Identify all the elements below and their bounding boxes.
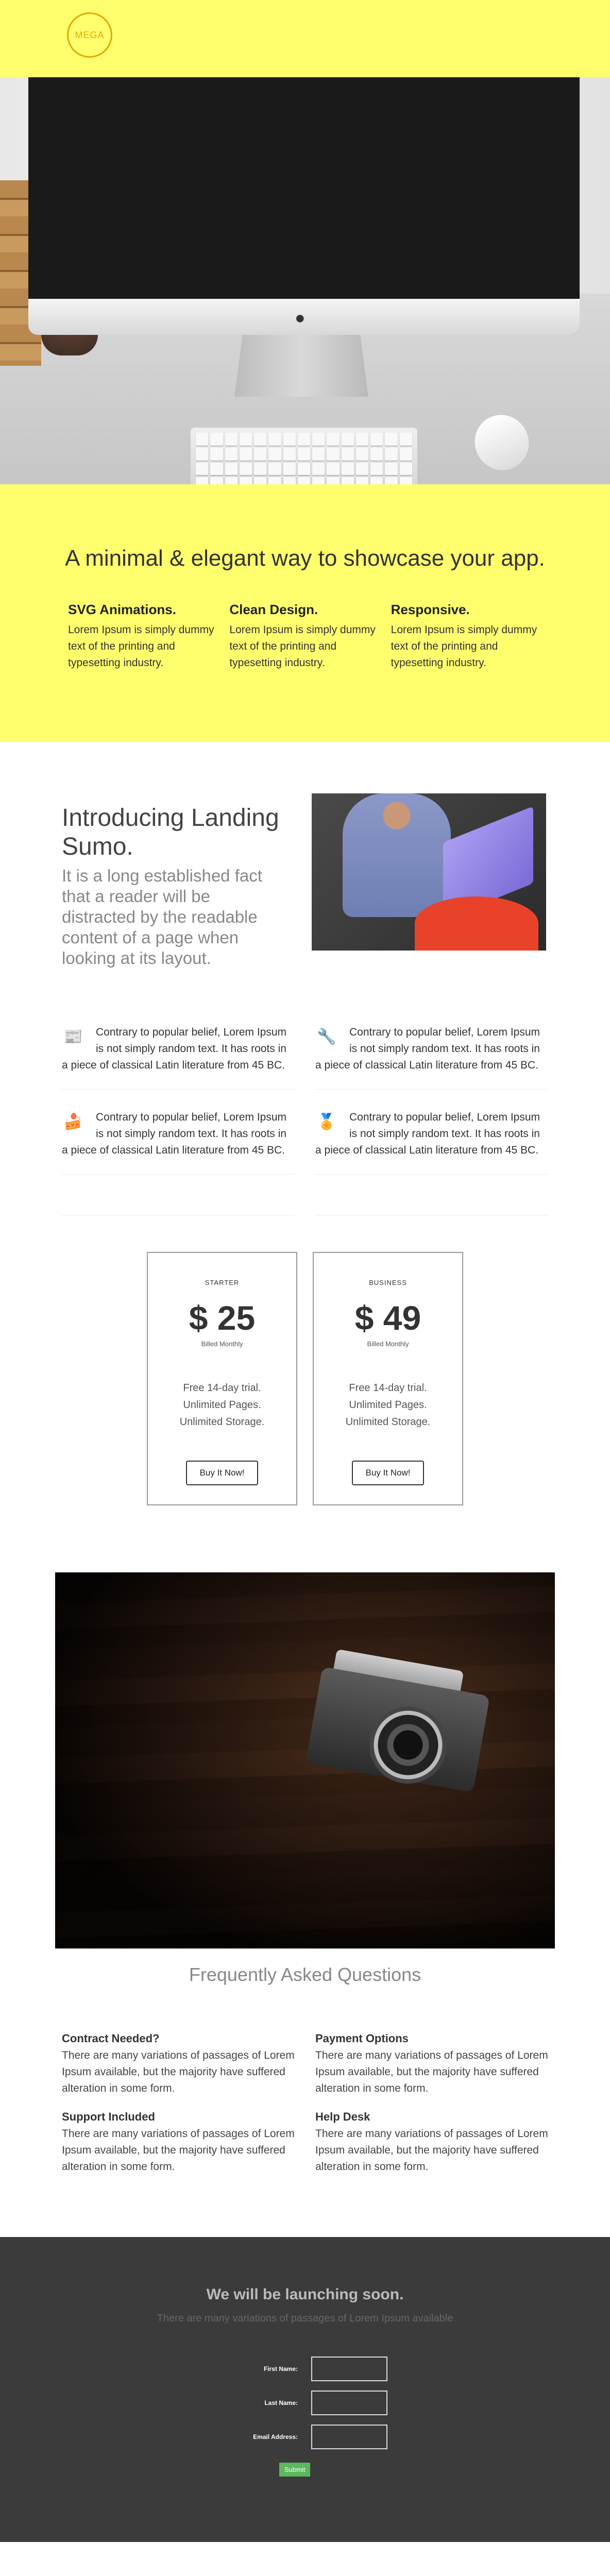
plan-feature-list: Free 14-day trial. Unlimited Pages. Unli… (148, 1380, 296, 1431)
faq-question: Support Included (62, 2110, 155, 2123)
feature-title: Responsive. (391, 602, 470, 617)
top-bar: MEGA (0, 0, 610, 77)
pricing-plan-starter: STARTER $ 25 Billed Monthly Free 14-day … (147, 1252, 297, 1505)
pricing-plan-business: BUSINESS $ 49 Billed Monthly Free 14-day… (313, 1252, 463, 1505)
first-name-label: First Name: (263, 2365, 298, 2372)
faq-item: Contract Needed? There are many variatio… (62, 2032, 295, 2097)
feature-text: Lorem Ipsum is simply dummy text of the … (229, 624, 376, 669)
faq-answer: There are many variations of passages of… (62, 2128, 295, 2173)
feature-title: Clean Design. (229, 602, 318, 617)
camera-lens (369, 1706, 447, 1784)
intro-section: A minimal & elegant way to showcase your… (0, 484, 610, 742)
plan-name: BUSINESS (369, 1279, 407, 1286)
icon-feature-text: Contrary to popular belief, Lorem Ipsum … (62, 1026, 287, 1071)
signup-section: We will be launching soon. There are man… (0, 2237, 610, 2542)
submit-button[interactable]: Submit (279, 2463, 311, 2477)
faq-answer: There are many variations of passages of… (315, 2049, 548, 2094)
logo[interactable]: MEGA (67, 12, 112, 58)
feature-text: Lorem Ipsum is simply dummy text of the … (68, 624, 214, 669)
faq-section: Frequently Asked Questions Contract Need… (0, 1964, 610, 2237)
apple-logo-icon: ● (295, 308, 306, 328)
faq-question: Contract Needed? (62, 2032, 160, 2045)
faq-question: Help Desk (315, 2110, 370, 2123)
plan-billing: Billed Monthly (201, 1340, 243, 1348)
faq-grid: Contract Needed? There are many variatio… (62, 2032, 548, 2237)
keyboard (191, 428, 417, 484)
feature-title: SVG Animations. (68, 602, 176, 617)
medal-icon: 🏅 (317, 1113, 336, 1130)
icon-feature-item: 🔧 Contrary to popular belief, Lorem Ipsu… (315, 1005, 548, 1090)
icon-feature-text: Contrary to popular belief, Lorem Ipsum … (62, 1111, 287, 1156)
icon-feature-text: Contrary to popular belief, Lorem Ipsum … (315, 1026, 540, 1071)
hero-image: ● (0, 77, 610, 484)
faq-answer: There are many variations of passages of… (62, 2049, 295, 2094)
feature-list: SVG Animations. Lorem Ipsum is simply du… (68, 602, 542, 671)
feature-item: Responsive. Lorem Ipsum is simply dummy … (391, 602, 542, 671)
first-name-input[interactable] (311, 2357, 387, 2381)
buy-now-button[interactable]: Buy It Now! (352, 1461, 424, 1485)
plan-feature: Unlimited Storage. (345, 1416, 431, 1428)
buy-now-button[interactable]: Buy It Now! (186, 1461, 258, 1485)
monitor (28, 77, 580, 335)
plan-price: $ 49 (354, 1299, 421, 1337)
icon-feature-item: 🏅 Contrary to popular belief, Lorem Ipsu… (315, 1090, 548, 1175)
last-name-input[interactable] (311, 2391, 387, 2415)
signup-form: First Name: Last Name: Email Address: Su… (223, 2357, 387, 2477)
plan-feature-list: Free 14-day trial. Unlimited Pages. Unli… (314, 1380, 462, 1431)
plan-feature: Free 14-day trial. (349, 1382, 427, 1394)
cake-icon: 🍰 (63, 1113, 83, 1130)
camera-photo (55, 1572, 555, 1948)
plan-billing: Billed Monthly (367, 1340, 409, 1348)
feature-item: SVG Animations. Lorem Ipsum is simply du… (68, 602, 219, 671)
faq-answer: There are many variations of passages of… (315, 2128, 548, 2173)
plan-feature: Unlimited Pages. (349, 1399, 427, 1411)
faq-item: Help Desk There are many variations of p… (315, 2110, 548, 2175)
icon-feature-text: Contrary to popular belief, Lorem Ipsum … (315, 1111, 540, 1156)
newspaper-icon: 📰 (63, 1028, 83, 1045)
feature-text: Lorem Ipsum is simply dummy text of the … (391, 624, 537, 669)
faq-question: Payment Options (315, 2032, 409, 2045)
sumo-text: It is a long established fact that a rea… (62, 866, 262, 968)
faq-item: Payment Options There are many variation… (315, 2032, 548, 2097)
monitor-stand (234, 335, 368, 397)
person-with-laptop-photo (312, 793, 546, 951)
pricing-section: STARTER $ 25 Billed Monthly Free 14-day … (0, 1216, 610, 1572)
last-name-label: Last Name: (264, 2399, 298, 2406)
icon-feature-item: 🍰 Contrary to popular belief, Lorem Ipsu… (62, 1090, 295, 1175)
plan-price: $ 25 (189, 1299, 256, 1337)
intro-headline: A minimal & elegant way to showcase your… (65, 546, 545, 571)
icon-feature-item: 📰 Contrary to popular belief, Lorem Ipsu… (62, 1005, 295, 1090)
sumo-section: Introducing Landing Sumo. It is a long e… (0, 742, 610, 1005)
faq-title: Frequently Asked Questions (189, 1964, 421, 1985)
plan-name: STARTER (205, 1279, 240, 1286)
plan-feature: Free 14-day trial. (183, 1382, 261, 1394)
sumo-title: Introducing Landing Sumo. (62, 804, 279, 860)
faq-item: Support Included There are many variatio… (62, 2110, 295, 2175)
tools-icon: 🔧 (317, 1028, 336, 1045)
plan-feature: Unlimited Storage. (179, 1416, 265, 1428)
signup-title: We will be launching soon. (206, 2286, 404, 2303)
email-input[interactable] (311, 2425, 387, 2449)
email-label: Email Address: (253, 2433, 298, 2441)
icon-feature-grid: 📰 Contrary to popular belief, Lorem Ipsu… (62, 1005, 548, 1216)
signup-subtitle: There are many variations of passages of… (157, 2313, 453, 2324)
plan-feature: Unlimited Pages. (183, 1399, 261, 1411)
feature-item: Clean Design. Lorem Ipsum is simply dumm… (229, 602, 380, 671)
